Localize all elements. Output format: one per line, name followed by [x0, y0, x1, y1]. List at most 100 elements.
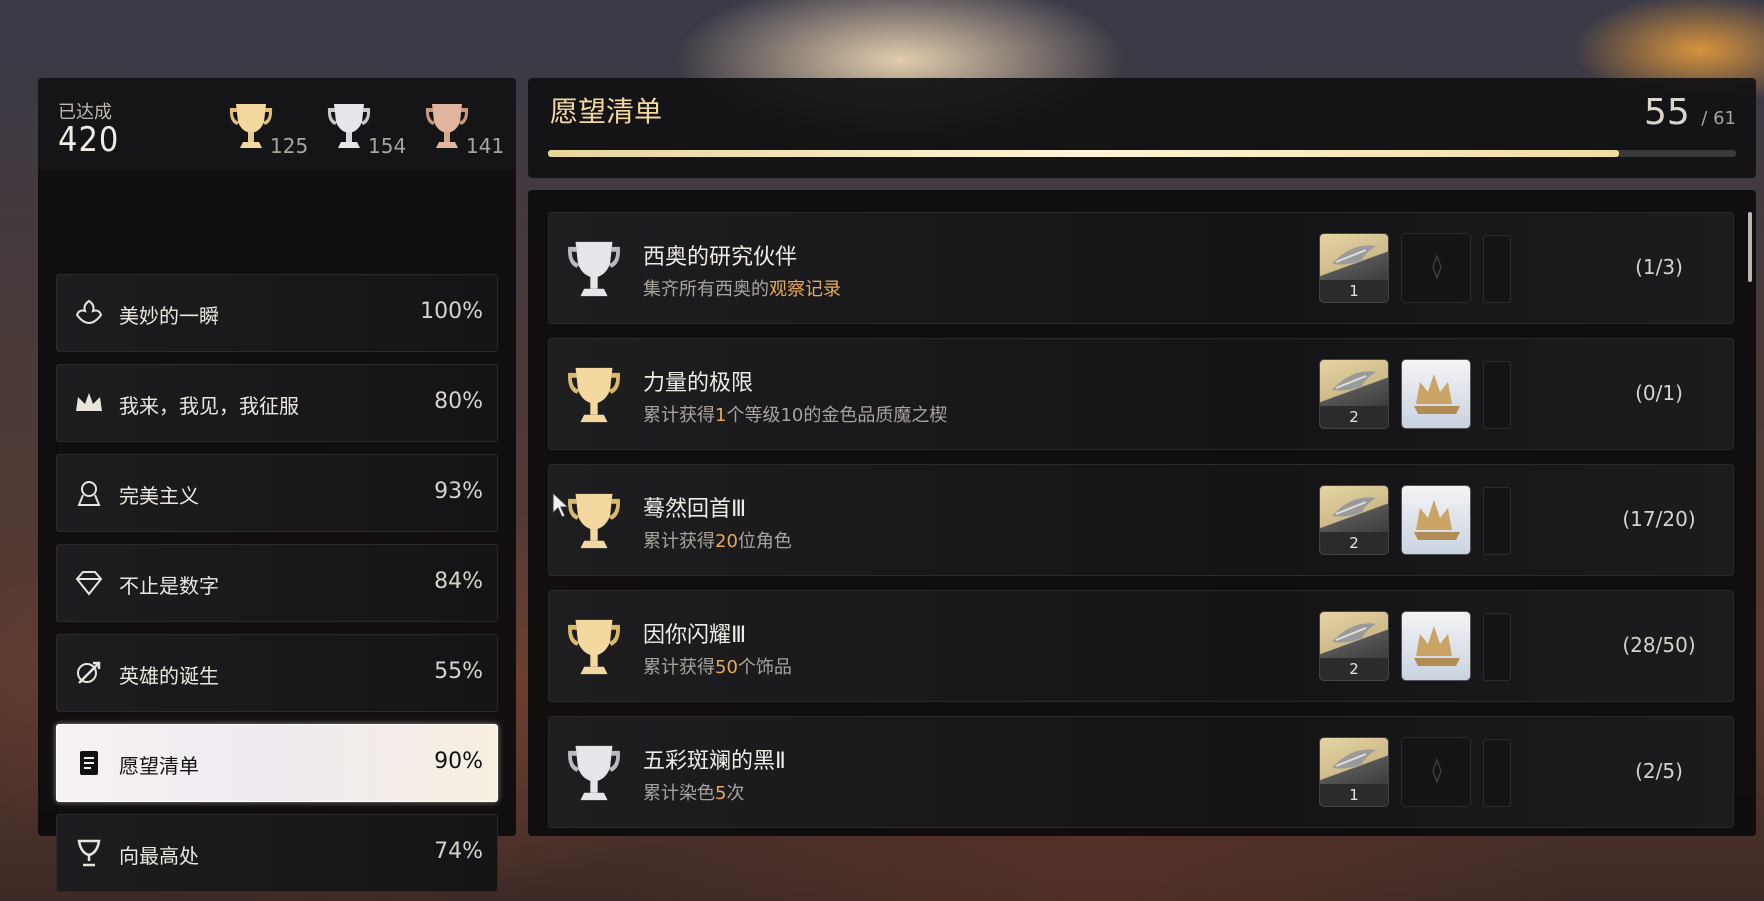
- category-percent: 84%: [434, 569, 483, 594]
- trophy-badge: [565, 363, 623, 431]
- achievement-progress: (0/1): [1635, 381, 1683, 405]
- achievement-progress: (17/20): [1622, 507, 1696, 531]
- achievement-description: 集齐所有西奥的观察记录: [643, 275, 841, 301]
- crown-trophy-icon: [1414, 374, 1460, 414]
- achievement-row[interactable]: 五彩斑斓的黑Ⅱ 累计染色5次 1 (2/5): [548, 716, 1734, 828]
- wishlist-progress-fill: [548, 150, 1620, 157]
- trophy-badge: [565, 237, 623, 305]
- gold-trophy-icon: [568, 367, 620, 423]
- category-panel: 已达成 420 125 154 141 美妙的一瞬 100% 我来，我见，我征服…: [38, 78, 516, 892]
- desc-text: 个等级10的金色品质魔之楔: [726, 405, 948, 426]
- reward-item-crown[interactable]: [1401, 359, 1471, 429]
- desc-text: 次: [726, 783, 745, 804]
- reward-slot-partial: [1483, 487, 1511, 555]
- silver-count: 154: [368, 134, 407, 158]
- desc-text: 累计染色: [643, 783, 715, 804]
- gold-trophy-count: 125: [228, 100, 318, 160]
- category-percent: 90%: [434, 749, 483, 774]
- achievement-row[interactable]: 因你闪耀Ⅲ 累计获得50个饰品 2 (28/50): [548, 590, 1734, 702]
- sword-icon: [77, 661, 101, 684]
- feather-token-icon: [1332, 623, 1376, 643]
- reward-quantity: 1: [1320, 784, 1388, 806]
- empty-slot-icon: [1432, 757, 1442, 785]
- category-item-not-just-numbers[interactable]: 不止是数字 84%: [56, 544, 498, 622]
- reward-item-currency[interactable]: 2: [1319, 485, 1389, 555]
- crown-trophy-icon: [1414, 626, 1460, 666]
- medal-icon: [77, 481, 101, 506]
- reward-item-currency[interactable]: 1: [1319, 233, 1389, 303]
- category-item-beautiful-moment[interactable]: 美妙的一瞬 100%: [56, 274, 498, 352]
- achievement-row[interactable]: 力量的极限 累计获得1个等级10的金色品质魔之楔 2 (0/1): [548, 338, 1734, 450]
- achievement-progress: (2/5): [1635, 759, 1683, 783]
- achievement-row[interactable]: 蓦然回首Ⅲ 累计获得20位角色 2 (17/20): [548, 464, 1734, 576]
- achievement-description: 累计获得50个饰品: [643, 653, 792, 679]
- achievement-description: 累计获得1个等级10的金色品质魔之楔: [643, 401, 947, 427]
- gold-trophy-icon: [229, 104, 273, 148]
- reward-quantity: 2: [1320, 406, 1388, 428]
- achieved-count: 420: [58, 120, 120, 160]
- category-percent: 80%: [434, 389, 483, 414]
- category-label: 美妙的一瞬: [119, 304, 219, 328]
- category-label: 不止是数字: [119, 574, 219, 598]
- gold-trophy-icon: [568, 493, 620, 549]
- desc-text: 集齐所有西奥的: [643, 279, 769, 300]
- silver-trophy-icon: [568, 241, 620, 297]
- feather-token-icon: [1332, 371, 1376, 391]
- reward-quantity: 2: [1320, 532, 1388, 554]
- achievement-name: 蓦然回首Ⅲ: [643, 497, 747, 522]
- wishlist-header: 愿望清单 55 / 61: [528, 78, 1756, 178]
- category-label: 愿望清单: [119, 754, 199, 778]
- reward-slot-empty: [1401, 737, 1471, 807]
- category-percent: 55%: [434, 659, 483, 684]
- desc-text: 累计获得: [643, 531, 715, 552]
- desc-highlight: 5: [715, 783, 727, 804]
- reward-slot-partial: [1483, 739, 1511, 807]
- silver-trophy-icon: [327, 104, 371, 148]
- category-item-perfectionism[interactable]: 完美主义 93%: [56, 454, 498, 532]
- gold-count: 125: [270, 134, 309, 158]
- achievement-name: 力量的极限: [643, 371, 754, 396]
- mouse-cursor-icon: [552, 492, 570, 518]
- rose-icon: [75, 299, 103, 325]
- desc-highlight: 20: [715, 531, 738, 552]
- reward-item-currency[interactable]: 1: [1319, 737, 1389, 807]
- crown-icon: [76, 393, 102, 411]
- wishlist-completed: 55: [1644, 92, 1690, 133]
- feather-token-icon: [1332, 749, 1376, 769]
- reward-item-crown[interactable]: [1401, 485, 1471, 555]
- trophy-badge: [565, 489, 623, 557]
- category-percent: 93%: [434, 479, 483, 504]
- desc-text: 位角色: [737, 531, 792, 552]
- achievement-row[interactable]: 西奥的研究伙伴 集齐所有西奥的观察记录 1 (1/3): [548, 212, 1734, 324]
- category-item-birth-of-hero[interactable]: 英雄的诞生 55%: [56, 634, 498, 712]
- reward-slot-partial: [1483, 613, 1511, 681]
- trophy-badge: [565, 741, 623, 809]
- gold-trophy-icon: [568, 619, 620, 675]
- reward-quantity: 1: [1320, 280, 1388, 302]
- category-percent: 74%: [434, 839, 483, 864]
- category-label: 完美主义: [119, 484, 199, 508]
- category-item-to-the-top[interactable]: 向最高处 74%: [56, 814, 498, 892]
- reward-item-currency[interactable]: 2: [1319, 611, 1389, 681]
- desc-highlight: 50: [715, 657, 738, 678]
- achievement-list: 西奥的研究伙伴 集齐所有西奥的观察记录 1 (1/3) 力量的极限 累计获得1个…: [528, 190, 1756, 836]
- achievement-name: 因你闪耀Ⅲ: [643, 623, 747, 648]
- category-percent: 100%: [420, 299, 483, 324]
- achievement-progress: (1/3): [1635, 255, 1683, 279]
- achievement-name: 西奥的研究伙伴: [643, 245, 798, 270]
- bronze-count: 141: [466, 134, 505, 158]
- achievement-progress: (28/50): [1622, 633, 1696, 657]
- desc-text: 个饰品: [737, 657, 792, 678]
- wishlist-progress-bar: [548, 150, 1736, 157]
- scrollbar[interactable]: [1748, 212, 1752, 282]
- bronze-trophy-count: 141: [424, 100, 514, 160]
- achievement-name: 五彩斑斓的黑Ⅱ: [643, 749, 786, 774]
- wishlist-total: / 61: [1701, 108, 1736, 129]
- reward-slot-partial: [1483, 361, 1511, 429]
- reward-item-crown[interactable]: [1401, 611, 1471, 681]
- category-item-veni-vidi-vici[interactable]: 我来，我见，我征服 80%: [56, 364, 498, 442]
- reward-item-currency[interactable]: 2: [1319, 359, 1389, 429]
- feather-token-icon: [1332, 497, 1376, 517]
- category-item-wishlist[interactable]: 愿望清单 90%: [56, 724, 498, 802]
- reward-quantity: 2: [1320, 658, 1388, 680]
